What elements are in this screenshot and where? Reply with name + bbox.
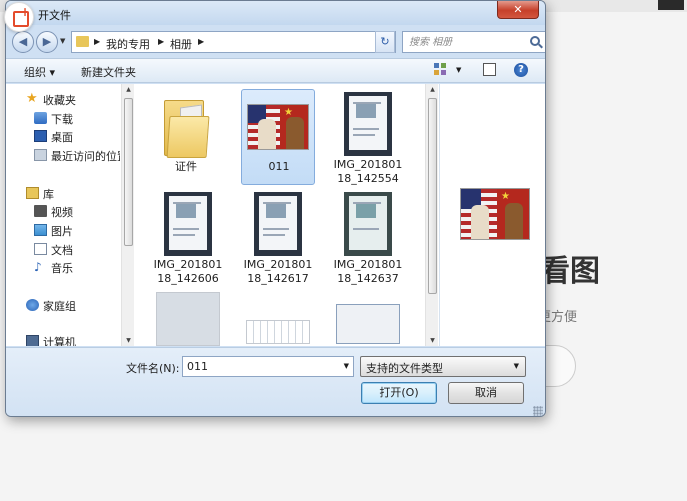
navigation-scrollbar[interactable]: ▲ ▼ bbox=[121, 84, 134, 346]
recent-places-icon bbox=[34, 149, 47, 161]
file-item[interactable] bbox=[241, 290, 315, 346]
desktop-icon bbox=[34, 130, 47, 142]
background-corner-button[interactable] bbox=[658, 0, 684, 10]
help-icon[interactable]: ? bbox=[514, 63, 528, 77]
photo-thumbnail bbox=[246, 320, 310, 344]
star-icon: ★ bbox=[26, 91, 38, 106]
cancel-button[interactable]: 取消 bbox=[448, 382, 524, 404]
organize-menu[interactable]: 组织 ▾ bbox=[24, 64, 55, 80]
file-list-scroll-thumb[interactable] bbox=[428, 98, 437, 294]
file-item[interactable]: IMG_201801 18_142606 bbox=[151, 190, 225, 286]
navigation-pane: ★ 收藏夹 下载 桌面 最近访问的位置 库 视频 bbox=[6, 84, 120, 346]
search-input[interactable] bbox=[409, 35, 519, 49]
filename-dropdown-icon[interactable]: ▼ bbox=[344, 362, 349, 370]
breadcrumb-chevron-icon[interactable]: ▶ bbox=[94, 37, 100, 46]
preview-image: ★ bbox=[460, 188, 530, 240]
filename-field[interactable]: 011 ▼ bbox=[182, 356, 354, 377]
open-file-dialog: 开文件 ✕ ◀ ▶ ▼ ▶ 我的专用 ▶ 相册 ▶ ▼ ↻ 组织 ▾ 新建文件夹… bbox=[5, 0, 546, 417]
close-button[interactable]: ✕ bbox=[497, 1, 539, 19]
computer-icon bbox=[26, 335, 39, 346]
preview-pane: ★ bbox=[439, 84, 545, 346]
background-title: 看图 bbox=[540, 254, 600, 289]
search-box[interactable] bbox=[402, 31, 545, 53]
app-logo-icon bbox=[4, 2, 34, 32]
filetype-select[interactable]: 支持的文件类型 ▼ bbox=[360, 356, 526, 377]
change-view-icon[interactable] bbox=[434, 63, 448, 76]
nav-label: 下载 bbox=[51, 113, 73, 126]
nav-label: 视频 bbox=[51, 206, 73, 219]
folder-icon bbox=[164, 94, 210, 160]
open-button[interactable]: 打开(O) bbox=[361, 382, 437, 404]
navigation-scroll-thumb[interactable] bbox=[124, 98, 133, 246]
toolbar: 组织 ▾ 新建文件夹 ▼ ? bbox=[6, 58, 545, 83]
library-icon bbox=[26, 187, 39, 199]
back-button[interactable]: ◀ bbox=[12, 31, 34, 53]
file-label: IMG_201801 18_142554 bbox=[333, 158, 403, 185]
file-item[interactable] bbox=[331, 290, 405, 346]
homegroup-icon bbox=[26, 299, 39, 311]
nav-label: 文档 bbox=[51, 244, 73, 257]
image-thumbnail: ★ bbox=[247, 104, 309, 150]
file-item[interactable]: IMG_201801 18_142637 bbox=[331, 190, 405, 286]
nav-label: 计算机 bbox=[43, 336, 76, 346]
documents-icon bbox=[34, 243, 47, 255]
breadcrumb-chevron-icon[interactable]: ▶ bbox=[198, 37, 204, 46]
pictures-icon bbox=[34, 224, 47, 236]
breadcrumb-album[interactable]: 相册 bbox=[170, 36, 192, 52]
scroll-up-icon[interactable]: ▲ bbox=[124, 86, 133, 93]
forward-button[interactable]: ▶ bbox=[36, 31, 58, 53]
filename-value[interactable]: 011 bbox=[187, 360, 208, 373]
dialog-footer: 文件名(N): 011 ▼ 支持的文件类型 ▼ 打开(O) 取消 bbox=[6, 347, 545, 416]
address-bar-row: ◀ ▶ ▼ ▶ 我的专用 ▶ 相册 ▶ ▼ ↻ bbox=[6, 27, 545, 55]
nav-label: 音乐 bbox=[51, 262, 73, 275]
file-item[interactable]: IMG_201801 18_142617 bbox=[241, 190, 315, 286]
recent-pages-dropdown[interactable]: ▼ bbox=[60, 37, 65, 45]
photo-thumbnail bbox=[254, 192, 302, 256]
new-folder-button[interactable]: 新建文件夹 bbox=[81, 64, 136, 80]
file-list: 证件 ★ 011 IMG_201801 18_142554 IMG_201801… bbox=[135, 84, 425, 346]
view-options-dropdown[interactable]: ▼ bbox=[456, 66, 461, 74]
nav-label: 家庭组 bbox=[43, 300, 76, 313]
file-item[interactable] bbox=[151, 290, 225, 346]
nav-label: 库 bbox=[43, 188, 54, 201]
photo-thumbnail bbox=[164, 192, 212, 256]
breadcrumb-chevron-icon[interactable]: ▶ bbox=[158, 37, 164, 46]
scroll-up-icon[interactable]: ▲ bbox=[428, 86, 437, 93]
nav-label: 最近访问的位置 bbox=[51, 150, 120, 163]
file-item[interactable]: IMG_201801 18_142554 bbox=[331, 90, 405, 186]
resize-grip[interactable] bbox=[533, 406, 543, 416]
filetype-dropdown-icon[interactable]: ▼ bbox=[514, 362, 519, 370]
music-icon: ♪ bbox=[34, 260, 42, 274]
search-icon[interactable] bbox=[530, 36, 540, 46]
filename-label: 文件名(N): bbox=[126, 362, 180, 375]
nav-label: 收藏夹 bbox=[43, 94, 76, 107]
dialog-body: ★ 收藏夹 下载 桌面 最近访问的位置 库 视频 bbox=[6, 84, 545, 346]
photo-thumbnail bbox=[336, 304, 400, 344]
download-folder-icon bbox=[34, 112, 47, 124]
scroll-down-icon[interactable]: ▼ bbox=[124, 337, 133, 344]
dialog-titlebar[interactable]: 开文件 ✕ bbox=[6, 1, 545, 25]
breadcrumb-mine[interactable]: 我的专用 bbox=[106, 36, 150, 52]
photo-thumbnail bbox=[344, 92, 392, 156]
file-label: IMG_201801 18_142637 bbox=[333, 258, 403, 285]
scroll-down-icon[interactable]: ▼ bbox=[428, 337, 437, 344]
preview-pane-icon[interactable] bbox=[483, 63, 496, 76]
dialog-title: 开文件 bbox=[38, 9, 71, 22]
file-item-selected[interactable]: ★ 011 bbox=[241, 89, 315, 185]
file-label: 证件 bbox=[175, 160, 197, 173]
filetype-value: 支持的文件类型 bbox=[366, 362, 443, 375]
refresh-button[interactable]: ↻ bbox=[375, 31, 395, 53]
nav-label: 图片 bbox=[51, 225, 73, 238]
photo-thumbnail bbox=[156, 292, 220, 346]
file-label: IMG_201801 18_142606 bbox=[153, 258, 223, 285]
file-list-scrollbar[interactable]: ▲ ▼ bbox=[425, 84, 438, 346]
file-label: IMG_201801 18_142617 bbox=[243, 258, 313, 285]
nav-label: 桌面 bbox=[51, 131, 73, 144]
folder-icon bbox=[76, 36, 89, 47]
file-item-folder[interactable]: 证件 bbox=[149, 90, 223, 186]
photo-thumbnail bbox=[344, 192, 392, 256]
address-bar[interactable]: ▶ 我的专用 ▶ 相册 ▶ ▼ bbox=[71, 31, 396, 53]
video-icon bbox=[34, 205, 47, 217]
file-label: 011 bbox=[268, 160, 290, 173]
